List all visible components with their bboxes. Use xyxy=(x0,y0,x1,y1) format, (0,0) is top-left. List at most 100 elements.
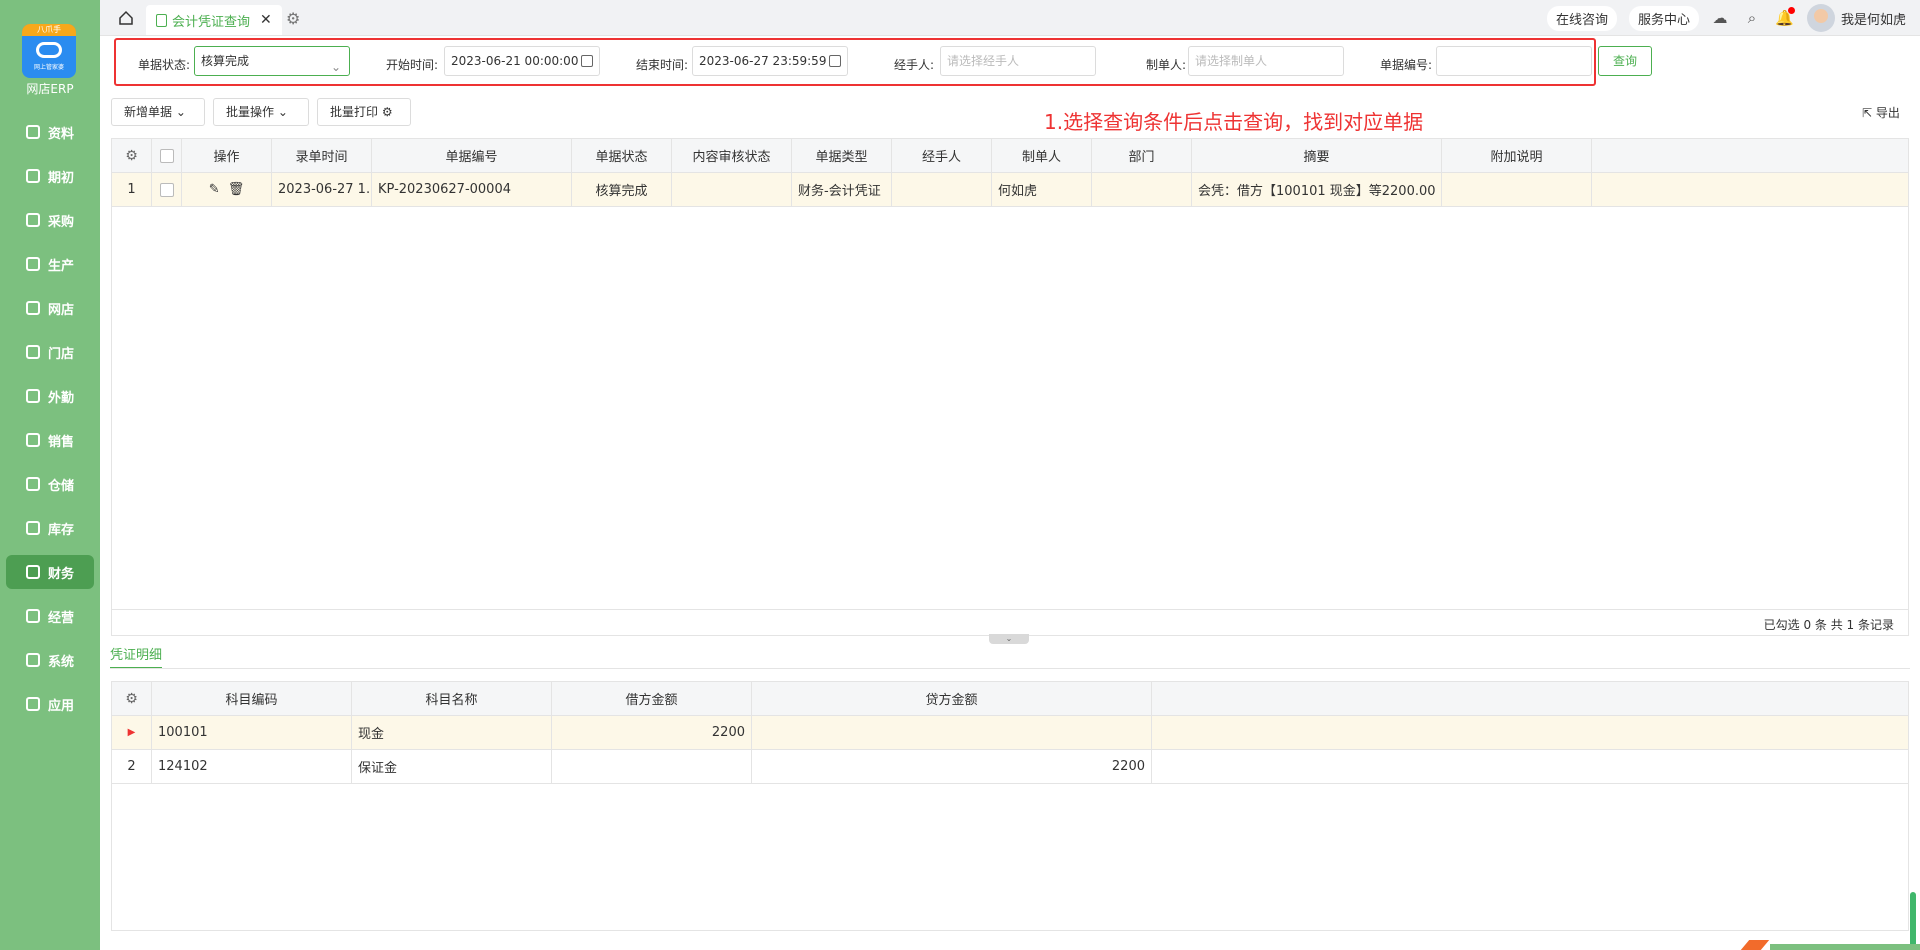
header-number[interactable]: 单据编号 xyxy=(372,139,572,172)
sidebar-item-label: 系统 xyxy=(48,654,75,670)
home-icon[interactable] xyxy=(118,10,134,26)
sidebar-item-apps[interactable]: 应用 xyxy=(6,687,94,721)
sidebar-item-inventory[interactable]: 库存 xyxy=(6,511,94,545)
user-name[interactable]: 我是何如虎 xyxy=(1841,9,1906,28)
close-icon[interactable]: ✕ xyxy=(260,12,272,28)
cloud-download-icon[interactable]: ☁ xyxy=(1711,9,1729,27)
sidebar-item-label: 库存 xyxy=(48,522,75,538)
sidebar-item-initial[interactable]: 期初 xyxy=(6,159,94,193)
sidebar-item-data[interactable]: 资料 xyxy=(6,115,94,149)
scrollbar[interactable] xyxy=(1910,892,1916,950)
query-button[interactable]: 查询 xyxy=(1598,46,1652,76)
sidebar-item-finance[interactable]: 财务 xyxy=(6,555,94,589)
new-document-button[interactable]: 新增单据 ⌄ xyxy=(111,98,205,126)
detail-header: ⚙ 科目编码 科目名称 借方金额 贷方金额 xyxy=(112,682,1908,716)
cell-code: 124102 xyxy=(152,750,352,783)
sidebar-item-field[interactable]: 外勤 xyxy=(6,379,94,413)
chevron-down-icon: ⌄ xyxy=(330,60,341,74)
header-type[interactable]: 单据类型 xyxy=(792,139,892,172)
export-button[interactable]: ⇱ 导出 xyxy=(1862,104,1900,121)
field-icon xyxy=(26,389,40,403)
table-row[interactable]: ▶ 100101 现金 2200 xyxy=(112,716,1908,750)
sidebar-item-store[interactable]: 门店 xyxy=(6,335,94,369)
header-status[interactable]: 单据状态 xyxy=(572,139,672,172)
table-row[interactable]: 2 124102 保证金 2200 xyxy=(112,750,1908,784)
header-summary[interactable]: 摘要 xyxy=(1192,139,1442,172)
sidebar-item-shop[interactable]: 网店 xyxy=(6,291,94,325)
sidebar-item-purchase[interactable]: 采购 xyxy=(6,203,94,237)
sidebar-item-business[interactable]: 经营 xyxy=(6,599,94,633)
app-logo: 八爪手 网上管家婆 xyxy=(22,24,76,78)
status-select[interactable]: 核算完成 ⌄ xyxy=(194,46,350,76)
end-time-input[interactable]: 2023-06-27 23:59:59 xyxy=(692,46,848,76)
select-all-checkbox[interactable] xyxy=(159,148,174,163)
header-debit: 借方金额 xyxy=(552,682,752,715)
maker-label: 制单人: xyxy=(1146,58,1187,72)
row-checkbox[interactable] xyxy=(159,182,174,197)
cell-status: 核算完成 xyxy=(572,173,672,206)
top-bar: 会计凭证查询 ✕ ⚙ 在线咨询 服务中心 ☁ ⌕ 🔔 我是何如虎 xyxy=(100,0,1920,36)
business-icon xyxy=(26,609,40,623)
header-credit: 贷方金额 xyxy=(752,682,1152,715)
logo-sub: 网上管家婆 xyxy=(33,64,64,71)
table-row[interactable]: 1 ✎ 🗑 2023-06-27 1... KP-20230627-00004 … xyxy=(112,173,1908,207)
sidebar-item-warehouse[interactable]: 仓储 xyxy=(6,467,94,501)
edit-icon[interactable]: ✎ xyxy=(209,182,220,197)
app-name: 网店ERP xyxy=(26,82,74,96)
gear-icon: ⚙ xyxy=(381,105,393,119)
sidebar-item-label: 门店 xyxy=(48,346,75,362)
export-icon: ⇱ xyxy=(1862,106,1873,120)
start-time-input[interactable]: 2023-06-21 00:00:00 xyxy=(444,46,600,76)
column-settings[interactable]: ⚙ xyxy=(112,682,152,715)
tab-voucher-query[interactable]: 会计凭证查询 ✕ xyxy=(146,5,282,35)
header-time[interactable]: 录单时间 xyxy=(272,139,372,172)
cell-debit xyxy=(552,750,752,783)
sales-icon xyxy=(26,433,40,447)
avatar[interactable] xyxy=(1806,4,1835,32)
doc-number-input[interactable] xyxy=(1436,46,1592,76)
sidebar-item-label: 外勤 xyxy=(48,390,75,406)
triangle-right-icon: ▶ xyxy=(127,727,136,738)
gear-icon[interactable]: ⚙ xyxy=(125,148,138,164)
sidebar-item-production[interactable]: 生产 xyxy=(6,247,94,281)
delete-icon[interactable]: 🗑 xyxy=(228,182,245,197)
batch-operation-button[interactable]: 批量操作 ⌄ xyxy=(213,98,309,126)
batch-print-button[interactable]: 批量打印 ⚙ xyxy=(317,98,411,126)
cell-credit: 2200 xyxy=(752,750,1152,783)
bottom-strip xyxy=(1770,944,1920,950)
record-summary: 已勾选 0 条 共 1 条记录 xyxy=(1763,618,1894,632)
detail-grid: ⚙ 科目编码 科目名称 借方金额 贷方金额 ▶ 100101 现金 2200 2… xyxy=(111,681,1909,931)
maker-input[interactable]: 请选择制单人 xyxy=(1188,46,1344,76)
header-handler[interactable]: 经手人 xyxy=(892,139,992,172)
sidebar-item-system[interactable]: 系统 xyxy=(6,643,94,677)
search-icon[interactable]: ⌕ xyxy=(1743,9,1761,27)
sidebar: 八爪手 网上管家婆 网店ERP 资料 期初 采购 生产 网店 门店 外勤 销售 … xyxy=(0,0,100,950)
sidebar-item-sales[interactable]: 销售 xyxy=(6,423,94,457)
chevron-down-icon: ⌄ xyxy=(175,105,186,119)
calendar-icon xyxy=(829,55,841,67)
header-maker[interactable]: 制单人 xyxy=(992,139,1092,172)
instruction-annotation: 1.选择查询条件后点击查询，找到对应单据 xyxy=(1044,110,1424,134)
row-check-cell xyxy=(152,173,182,206)
sidebar-item-label: 仓储 xyxy=(48,478,75,494)
cell-audit xyxy=(672,173,792,206)
cell-number[interactable]: KP-20230627-00004 xyxy=(372,173,572,206)
cloud-icon xyxy=(36,42,62,58)
bell-icon[interactable]: 🔔 xyxy=(1775,7,1795,27)
header-note[interactable]: 附加说明 xyxy=(1442,139,1592,172)
gear-icon[interactable]: ⚙ xyxy=(125,691,138,707)
cell-name: 保证金 xyxy=(352,750,552,783)
online-consult-button[interactable]: 在线咨询 xyxy=(1546,5,1617,31)
header-audit[interactable]: 内容审核状态 xyxy=(672,139,792,172)
handler-input[interactable]: 请选择经手人 xyxy=(940,46,1096,76)
collapse-handle[interactable]: ⌄ xyxy=(989,634,1029,644)
tab-label: 会计凭证查询 xyxy=(172,14,251,30)
header-dept[interactable]: 部门 xyxy=(1092,139,1192,172)
column-settings[interactable]: ⚙ xyxy=(112,139,152,172)
gear-icon[interactable]: ⚙ xyxy=(286,9,300,28)
service-center-button[interactable]: 服务中心 xyxy=(1628,5,1699,31)
grid-header: ⚙ 操作 录单时间 单据编号 单据状态 内容审核状态 单据类型 经手人 制单人 … xyxy=(112,139,1908,173)
sidebar-item-label: 生产 xyxy=(48,258,75,274)
data-icon xyxy=(26,125,40,139)
tab-voucher-detail[interactable]: 凭证明细 xyxy=(110,644,163,669)
